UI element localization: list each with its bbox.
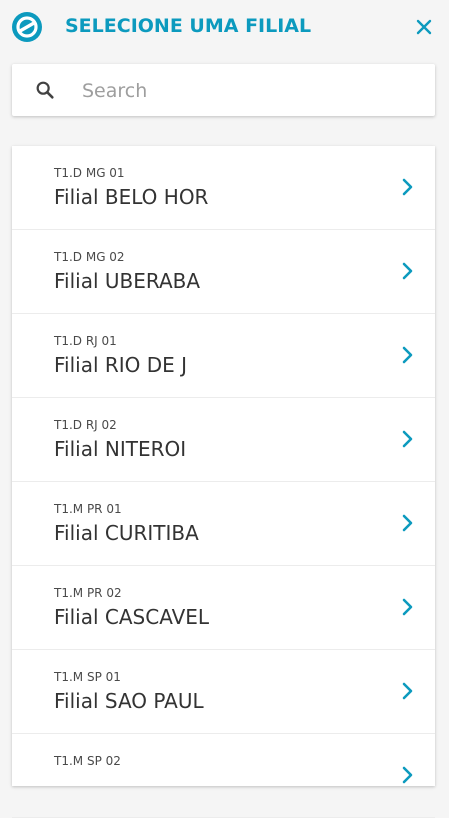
branch-name: Filial SAO PAUL <box>54 689 204 713</box>
header: SELECIONE UMA FILIAL <box>0 0 449 54</box>
branch-name: Filial UBERABA <box>54 269 201 293</box>
search-input[interactable] <box>80 74 424 108</box>
chevron-right-icon[interactable] <box>397 764 417 786</box>
list-item[interactable]: T1.M SP 01 Filial SAO PAUL <box>12 650 435 734</box>
branch-code: T1.D RJ 02 <box>54 418 117 432</box>
branch-name: Filial NITEROI <box>54 437 187 461</box>
page-title: SELECIONE UMA FILIAL <box>65 15 312 37</box>
search-icon[interactable] <box>34 79 56 101</box>
branch-name: Filial BELO HOR <box>54 185 209 209</box>
list-item[interactable]: T1.D MG 02 Filial UBERABA <box>12 230 435 314</box>
branch-name: Filial CURITIBA <box>54 521 199 545</box>
branch-code: T1.M SP 01 <box>54 670 121 684</box>
chevron-right-icon[interactable] <box>397 260 417 282</box>
list-item[interactable]: T1.M PR 01 Filial CURITIBA <box>12 482 435 566</box>
branch-name: Filial CASCAVEL <box>54 605 210 629</box>
list-item[interactable]: T1.D RJ 01 Filial RIO DE J <box>12 314 435 398</box>
branch-code: T1.D MG 01 <box>54 166 125 180</box>
branch-name: Filial RIO DE J <box>54 353 188 377</box>
search-box <box>12 64 435 116</box>
chevron-right-icon[interactable] <box>397 344 417 366</box>
list-item[interactable]: T1.D RJ 02 Filial NITEROI <box>12 398 435 482</box>
branch-code: T1.D RJ 01 <box>54 334 117 348</box>
branch-code: T1.M PR 01 <box>54 502 122 516</box>
chevron-right-icon[interactable] <box>397 512 417 534</box>
list-item[interactable]: T1.M PR 02 Filial CASCAVEL <box>12 566 435 650</box>
list-item[interactable]: T1.D MG 01 Filial BELO HOR <box>12 146 435 230</box>
chevron-right-icon[interactable] <box>397 596 417 618</box>
branch-code: T1.M SP 02 <box>54 754 121 768</box>
branch-code: T1.D MG 02 <box>54 250 125 264</box>
totvs-logo-icon <box>12 12 42 42</box>
chevron-right-icon[interactable] <box>397 680 417 702</box>
chevron-right-icon[interactable] <box>397 428 417 450</box>
close-icon[interactable] <box>413 16 435 38</box>
branch-list: T1.D MG 01 Filial BELO HOR T1.D MG 02 Filia… <box>12 146 435 818</box>
branch-code: T1.M PR 02 <box>54 586 122 600</box>
list-item[interactable]: T1.M SP 02 <box>12 734 435 818</box>
chevron-right-icon[interactable] <box>397 176 417 198</box>
